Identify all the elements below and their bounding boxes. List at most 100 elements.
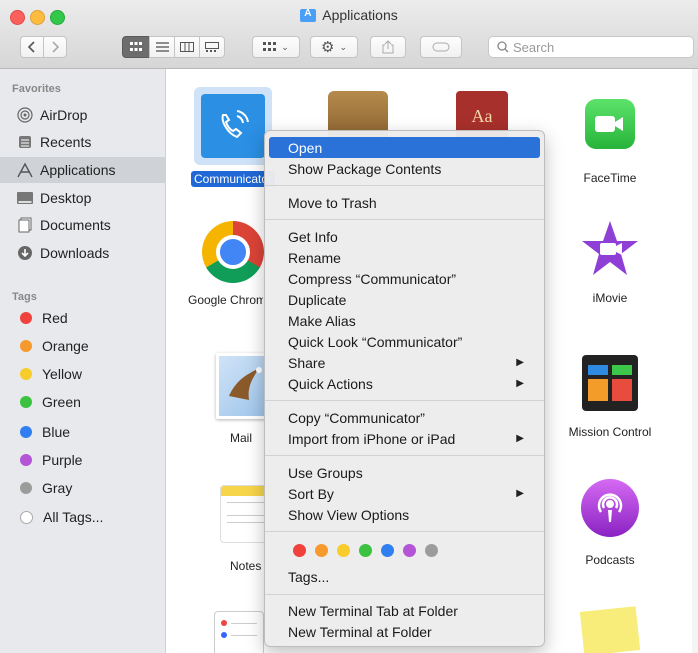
menu-item-duplicate[interactable]: Duplicate	[269, 289, 540, 310]
sidebar-item-label: Red	[42, 310, 68, 326]
group-by-button[interactable]: ⌄	[252, 36, 300, 58]
submenu-arrow-icon: ▶	[516, 357, 524, 368]
app-label: FaceTime	[583, 171, 637, 185]
sidebar-tag-green[interactable]: Green	[0, 389, 165, 415]
menu-item-share[interactable]: Share ▶	[269, 352, 540, 373]
menu-item-get-info[interactable]: Get Info	[269, 226, 540, 247]
recents-icon	[16, 133, 34, 151]
toolbar: Applications ⌄	[0, 0, 698, 69]
menu-tag-yellow[interactable]	[337, 544, 350, 557]
menu-item-label: Sort By	[288, 485, 334, 502]
app-label: iMovie	[592, 291, 628, 305]
tag-color-dot	[20, 368, 32, 380]
list-view-button[interactable]	[149, 36, 175, 58]
menu-separator	[265, 400, 544, 401]
tag-color-dot	[20, 312, 32, 324]
action-button[interactable]: ⚙ ⌄	[310, 36, 358, 58]
sidebar-item-label: Yellow	[42, 366, 82, 382]
share-icon	[382, 40, 394, 54]
menu-item-open[interactable]: Open	[269, 137, 540, 158]
window-title: Applications	[0, 7, 698, 23]
sidebar-item-applications[interactable]: Applications	[0, 157, 165, 183]
menu-tag-orange[interactable]	[315, 544, 328, 557]
menu-item-use-groups[interactable]: Use Groups	[269, 462, 540, 483]
menu-item-sort-by[interactable]: Sort By ▶	[269, 483, 540, 504]
menu-item-label: Rename	[288, 249, 341, 266]
menu-tag-purple[interactable]	[403, 544, 416, 557]
downloads-icon	[16, 244, 34, 262]
gallery-view-button[interactable]	[199, 36, 225, 58]
imovie-icon	[580, 219, 640, 279]
sidebar-item-airdrop[interactable]: AirDrop	[0, 102, 165, 128]
sidebar: Favorites AirDrop Recents Applications D…	[0, 69, 166, 653]
menu-item-copy[interactable]: Copy “Communicator”	[269, 407, 540, 428]
tag-color-dot	[20, 396, 32, 408]
menu-item-label: Make Alias	[288, 312, 356, 329]
sidebar-tag-purple[interactable]: Purple	[0, 447, 165, 473]
sidebar-tag-gray[interactable]: Gray	[0, 475, 165, 501]
submenu-arrow-icon: ▶	[516, 433, 524, 444]
sidebar-item-label: AirDrop	[40, 107, 88, 123]
menu-separator	[265, 531, 544, 532]
sidebar-tag-blue[interactable]: Blue	[0, 419, 165, 445]
sidebar-item-desktop[interactable]: Desktop	[0, 185, 165, 211]
sidebar-item-label: Purple	[42, 452, 83, 468]
group-grid-icon	[263, 42, 277, 51]
sidebar-all-tags[interactable]: All Tags...	[0, 504, 165, 530]
scrollbar[interactable]	[692, 69, 698, 653]
sidebar-tag-orange[interactable]: Orange	[0, 333, 165, 359]
airdrop-icon	[16, 106, 34, 124]
menu-separator	[265, 185, 544, 186]
menu-tag-green[interactable]	[359, 544, 372, 557]
menu-item-import-from-iphone[interactable]: Import from iPhone or iPad ▶	[269, 428, 540, 449]
back-button[interactable]	[20, 36, 44, 58]
sidebar-item-label: Orange	[42, 338, 89, 354]
sidebar-item-label: Downloads	[40, 245, 110, 261]
menu-item-label: Duplicate	[288, 291, 347, 308]
submenu-arrow-icon: ▶	[516, 488, 524, 499]
column-view-button[interactable]	[174, 36, 200, 58]
menu-item-make-alias[interactable]: Make Alias	[269, 310, 540, 331]
tag-color-dot	[20, 340, 32, 352]
sidebar-tag-yellow[interactable]: Yellow	[0, 361, 165, 387]
share-button[interactable]	[370, 36, 406, 58]
menu-item-rename[interactable]: Rename	[269, 247, 540, 268]
stickies-icon[interactable]	[579, 606, 641, 653]
menu-separator	[265, 219, 544, 220]
menu-tag-red[interactable]	[293, 544, 306, 557]
menu-item-quick-actions[interactable]: Quick Actions ▶	[269, 373, 540, 394]
menu-item-quick-look[interactable]: Quick Look “Communicator”	[269, 331, 540, 352]
menu-item-new-terminal-tab[interactable]: New Terminal Tab at Folder	[269, 600, 540, 621]
menu-item-move-to-trash[interactable]: Move to Trash	[269, 192, 540, 213]
sidebar-item-label: Documents	[40, 217, 111, 233]
menu-item-show-view-options[interactable]: Show View Options	[269, 504, 540, 525]
app-label-text: Communicator	[190, 171, 276, 187]
menu-tag-gray[interactable]	[425, 544, 438, 557]
app-podcasts[interactable]: Podcasts	[555, 479, 665, 567]
app-mission-control[interactable]: Mission Control	[555, 355, 665, 439]
sidebar-item-documents[interactable]: Documents	[0, 212, 165, 238]
edit-tags-button[interactable]	[420, 36, 462, 58]
menu-item-compress[interactable]: Compress “Communicator”	[269, 268, 540, 289]
window-title-text: Applications	[322, 7, 398, 23]
app-imovie[interactable]: iMovie	[555, 219, 665, 305]
app-facetime[interactable]: FaceTime	[555, 99, 665, 185]
icon-view-button[interactable]	[122, 36, 150, 58]
forward-button[interactable]	[43, 36, 67, 58]
search-icon	[497, 41, 509, 53]
sidebar-item-downloads[interactable]: Downloads	[0, 240, 165, 266]
menu-tag-blue[interactable]	[381, 544, 394, 557]
sidebar-item-recents[interactable]: Recents	[0, 129, 165, 155]
menu-item-label: Copy “Communicator”	[288, 409, 425, 426]
menu-item-new-terminal[interactable]: New Terminal at Folder	[269, 621, 540, 642]
menu-item-tags[interactable]: Tags...	[269, 566, 540, 587]
menu-item-show-package-contents[interactable]: Show Package Contents	[269, 158, 540, 179]
search-field[interactable]: Search	[488, 36, 694, 58]
reminders-icon[interactable]	[214, 611, 264, 653]
sidebar-tag-red[interactable]: Red	[0, 305, 165, 331]
app-label: Podcasts	[585, 553, 635, 567]
menu-item-label: Move to Trash	[288, 194, 377, 211]
sidebar-item-label: Green	[42, 394, 81, 410]
app-label: Google Chrome	[188, 293, 263, 307]
applications-icon	[16, 161, 34, 179]
